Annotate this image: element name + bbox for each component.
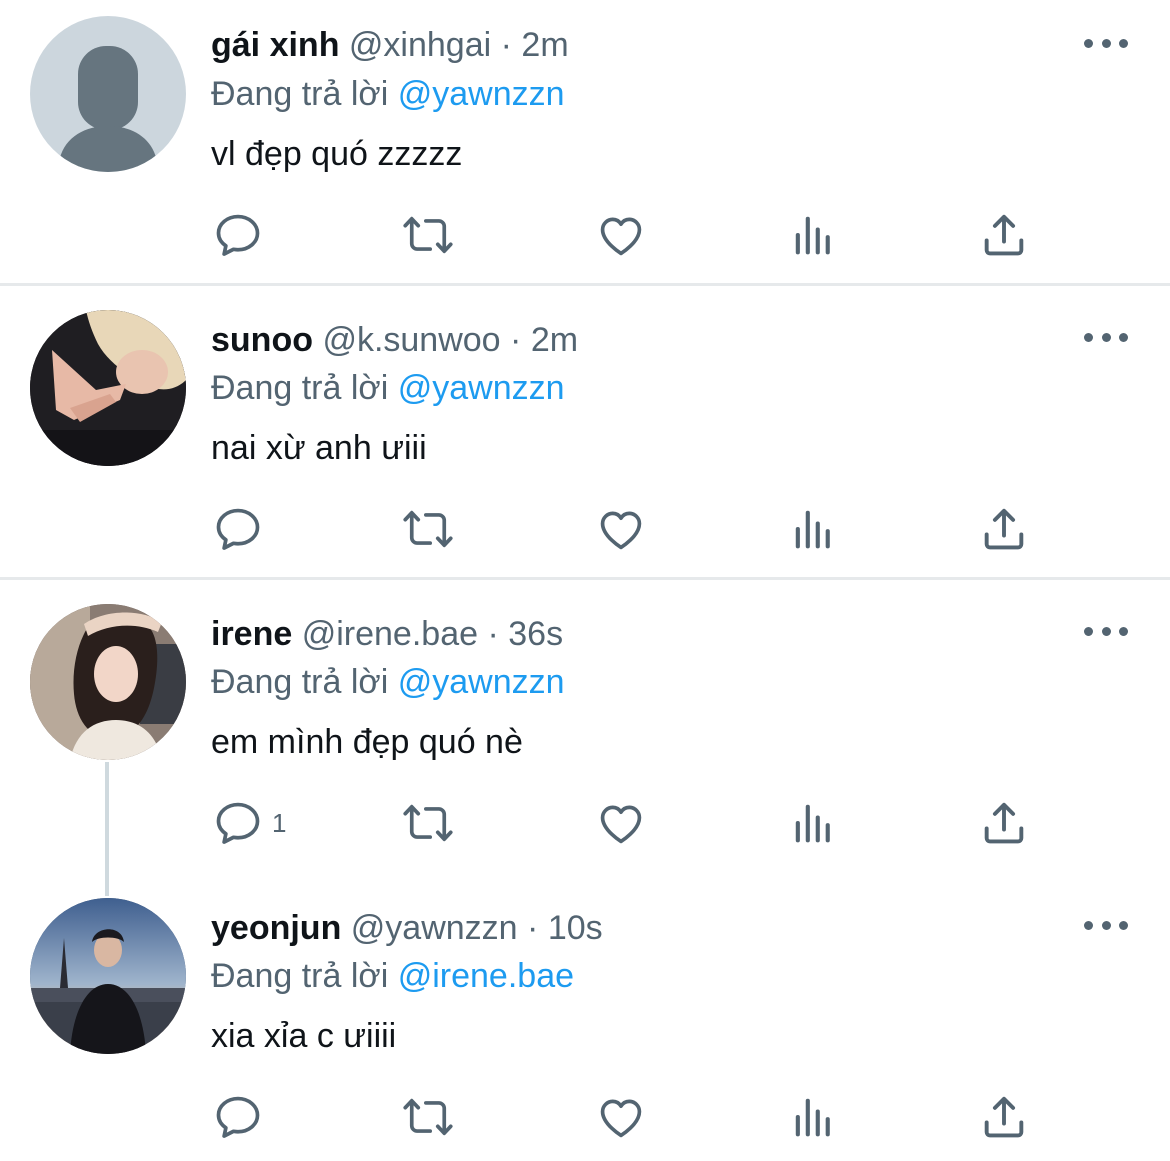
share-button[interactable]	[978, 503, 1030, 555]
divider	[0, 577, 1170, 580]
share-icon	[978, 797, 1030, 849]
thread-line	[105, 762, 109, 896]
tweet-text: em mình đẹp quó nè	[211, 723, 523, 761]
like-button[interactable]	[595, 797, 647, 849]
replying-prefix: Đang trả lời	[211, 369, 389, 407]
separator-dot: ·	[527, 909, 539, 947]
separator-dot: ·	[500, 26, 512, 64]
heart-icon	[595, 209, 647, 261]
user-handle[interactable]: @yawnzzn	[351, 909, 518, 947]
user-handle[interactable]: @xinhgai	[349, 26, 491, 64]
timestamp[interactable]: 2m	[531, 321, 578, 359]
heart-icon	[595, 797, 647, 849]
retweet-button[interactable]	[402, 797, 454, 849]
timestamp[interactable]: 2m	[521, 26, 568, 64]
replying-to: Đang trả lời @yawnzzn	[211, 368, 565, 408]
tweet-header: yeonjun @yawnzzn · 10s	[211, 908, 603, 948]
views-button[interactable]	[787, 797, 839, 849]
tweet-header: sunoo @k.sunwoo · 2m	[211, 320, 578, 360]
heart-icon	[595, 503, 647, 555]
mention-link[interactable]: @yawnzzn	[398, 369, 565, 407]
reply-icon	[212, 209, 264, 261]
like-button[interactable]	[595, 209, 647, 261]
user-handle[interactable]: @irene.bae	[302, 615, 478, 653]
reply-icon	[212, 1091, 264, 1143]
views-button[interactable]	[787, 209, 839, 261]
avatar[interactable]	[30, 310, 186, 466]
views-button[interactable]	[787, 503, 839, 555]
tweet-header: gái xinh @xinhgai · 2m	[211, 25, 569, 65]
replying-prefix: Đang trả lời	[211, 663, 389, 701]
display-name[interactable]: sunoo	[211, 321, 313, 359]
share-button[interactable]	[978, 797, 1030, 849]
replying-to: Đang trả lời @irene.bae	[211, 956, 574, 996]
reply-count: 1	[272, 808, 287, 838]
profile-photo	[30, 310, 186, 466]
views-button[interactable]	[787, 1091, 839, 1143]
avatar[interactable]	[30, 16, 186, 172]
avatar[interactable]	[30, 604, 186, 760]
more-icon[interactable]	[1084, 915, 1128, 935]
views-icon	[787, 503, 839, 555]
reply-icon	[212, 797, 264, 849]
retweet-button[interactable]	[402, 503, 454, 555]
reply-button[interactable]	[212, 797, 264, 849]
replying-prefix: Đang trả lời	[211, 75, 389, 113]
share-icon	[978, 1091, 1030, 1143]
default-avatar-icon	[58, 46, 158, 172]
reply-icon	[212, 503, 264, 555]
mention-link[interactable]: @yawnzzn	[398, 75, 565, 113]
more-icon[interactable]	[1084, 33, 1128, 53]
reply-button[interactable]	[212, 503, 264, 555]
replying-prefix: Đang trả lời	[211, 957, 389, 995]
tweet-text: xia xỉa c ưiiii	[211, 1017, 397, 1055]
timestamp[interactable]: 36s	[508, 615, 563, 653]
retweet-icon	[402, 209, 454, 261]
display-name[interactable]: gái xinh	[211, 26, 339, 64]
like-button[interactable]	[595, 1091, 647, 1143]
separator-dot: ·	[487, 615, 499, 653]
share-button[interactable]	[978, 209, 1030, 261]
views-icon	[787, 797, 839, 849]
tweet[interactable]: gái xinh @xinhgai · 2m Đang trả lời @yaw…	[0, 0, 1170, 284]
retweet-icon	[402, 503, 454, 555]
more-icon[interactable]	[1084, 327, 1128, 347]
mention-link[interactable]: @irene.bae	[398, 957, 574, 995]
more-icon[interactable]	[1084, 621, 1128, 641]
share-icon	[978, 209, 1030, 261]
replying-to: Đang trả lời @yawnzzn	[211, 74, 565, 114]
display-name[interactable]: irene	[211, 615, 292, 653]
tweet-text: vl đẹp quó zzzzz	[211, 135, 463, 173]
profile-photo	[30, 604, 186, 760]
timestamp[interactable]: 10s	[548, 909, 603, 947]
retweet-button[interactable]	[402, 1091, 454, 1143]
tweet-text: nai xừ anh ưiii	[211, 429, 427, 467]
views-icon	[787, 1091, 839, 1143]
retweet-icon	[402, 797, 454, 849]
divider	[0, 283, 1170, 286]
mention-link[interactable]: @yawnzzn	[398, 663, 565, 701]
retweet-icon	[402, 1091, 454, 1143]
display-name[interactable]: yeonjun	[211, 909, 341, 947]
heart-icon	[595, 1091, 647, 1143]
reply-button[interactable]	[212, 1091, 264, 1143]
separator-dot: ·	[510, 321, 522, 359]
share-button[interactable]	[978, 1091, 1030, 1143]
avatar[interactable]	[30, 898, 186, 1054]
user-handle[interactable]: @k.sunwoo	[322, 321, 500, 359]
share-icon	[978, 503, 1030, 555]
like-button[interactable]	[595, 503, 647, 555]
profile-photo	[30, 898, 186, 1054]
reply-button[interactable]	[212, 209, 264, 261]
retweet-button[interactable]	[402, 209, 454, 261]
replying-to: Đang trả lời @yawnzzn	[211, 662, 565, 702]
tweet-header: irene @irene.bae · 36s	[211, 614, 563, 654]
views-icon	[787, 209, 839, 261]
